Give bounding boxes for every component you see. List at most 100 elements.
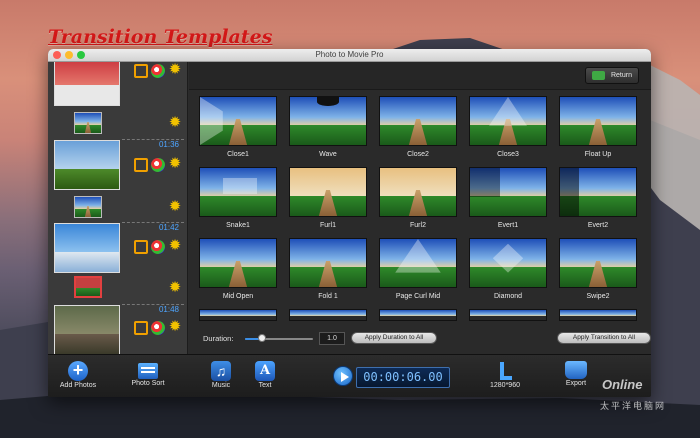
- duration-slider-knob[interactable]: [258, 334, 266, 342]
- export-button[interactable]: Export: [558, 361, 594, 387]
- apply-duration-button[interactable]: Apply Duration to All: [351, 332, 437, 344]
- transition-tile[interactable]: Snake1: [199, 167, 277, 239]
- crop-icon[interactable]: [134, 64, 148, 78]
- gear-icon[interactable]: ✹: [168, 238, 182, 253]
- transition-tile[interactable]: Float Up: [559, 96, 637, 168]
- resolution-icon: [498, 361, 512, 381]
- photo-thumbnail[interactable]: [54, 140, 120, 190]
- transition-tile[interactable]: Diamond: [469, 238, 547, 310]
- timecode-display: 00:00:06.00: [356, 367, 450, 388]
- transition-thumbnail-selected[interactable]: [74, 276, 102, 298]
- transition-preview: [469, 167, 547, 217]
- apply-transition-button[interactable]: Apply Transition to All: [557, 332, 651, 344]
- add-photos-label: Add Photos: [59, 382, 97, 389]
- export-label: Export: [565, 380, 587, 387]
- transition-name: Evert2: [587, 222, 609, 229]
- transition-preview: [199, 167, 277, 217]
- transition-name: Evert1: [497, 222, 519, 229]
- transition-name: Furl2: [410, 222, 426, 229]
- effect-icon[interactable]: [151, 158, 165, 172]
- add-photos-button[interactable]: + Add Photos: [56, 361, 100, 390]
- transition-tile[interactable]: Close3: [469, 96, 547, 168]
- gear-icon[interactable]: ✹: [168, 319, 182, 334]
- gear-icon[interactable]: ✹: [168, 115, 182, 130]
- watermark-logo: Online: [602, 377, 643, 392]
- transition-tile[interactable]: [379, 309, 457, 323]
- music-button[interactable]: ♫ Music: [208, 361, 234, 389]
- photo-thumbnail[interactable]: [54, 223, 120, 273]
- text-label: Text: [258, 382, 272, 389]
- transition-preview: [559, 309, 637, 321]
- effect-icon[interactable]: [151, 321, 165, 335]
- crop-icon[interactable]: [134, 158, 148, 172]
- transition-preview: [379, 96, 457, 146]
- transition-preview: [289, 96, 367, 146]
- effect-icon[interactable]: [151, 64, 165, 78]
- plus-icon: +: [68, 361, 88, 381]
- transition-tile[interactable]: Evert1: [469, 167, 547, 239]
- transition-tile[interactable]: Mid Open: [199, 238, 277, 310]
- transition-name: Snake1: [226, 222, 250, 229]
- transition-preview: [199, 309, 277, 321]
- transition-tile[interactable]: [559, 309, 637, 323]
- transition-name: Float Up: [584, 151, 612, 158]
- transition-preview: [559, 96, 637, 146]
- transition-name: Fold 1: [318, 293, 338, 300]
- transition-tile[interactable]: Swipe2: [559, 238, 637, 310]
- resolution-label: 1280*960: [490, 382, 520, 389]
- text-button[interactable]: A Text: [252, 361, 278, 389]
- text-icon: A: [255, 361, 275, 381]
- transition-tile[interactable]: [199, 309, 277, 323]
- sort-icon: [138, 363, 158, 379]
- transition-thumbnail[interactable]: [74, 112, 102, 134]
- duration-controls: Duration: 1.0 Apply Duration to All Appl…: [199, 332, 651, 346]
- transition-preview: [199, 96, 277, 146]
- transition-tile[interactable]: Wave: [289, 96, 367, 168]
- transition-tile[interactable]: [289, 309, 367, 323]
- transition-panel: Return Close1 Wave Close2 Close3 Float U…: [189, 62, 651, 354]
- transition-name: Close1: [227, 151, 249, 158]
- transition-preview: [289, 238, 367, 288]
- gear-icon[interactable]: ✹: [168, 199, 182, 214]
- crop-icon[interactable]: [134, 321, 148, 335]
- transition-tile[interactable]: Page Curl Mid: [379, 238, 457, 310]
- transition-tile[interactable]: Fold 1: [289, 238, 367, 310]
- panel-topbar: Return: [189, 62, 651, 90]
- photo-sort-label: Photo Sort: [131, 380, 165, 387]
- slide-duration: 01:48: [158, 305, 179, 314]
- watermark: Online 太平洋电脑网: [600, 377, 700, 417]
- export-icon: [565, 361, 587, 379]
- watermark-text: 太平洋电脑网: [600, 401, 667, 411]
- transition-tile[interactable]: Close1: [199, 96, 277, 168]
- resolution-button[interactable]: 1280*960: [490, 361, 520, 389]
- photo-thumbnail[interactable]: [54, 305, 120, 354]
- transition-name: Diamond: [493, 293, 522, 300]
- transition-preview: [469, 96, 547, 146]
- transition-preview: [289, 309, 367, 321]
- transition-name: Furl1: [320, 222, 336, 229]
- effect-icon[interactable]: [151, 240, 165, 254]
- transition-tile[interactable]: Furl1: [289, 167, 367, 239]
- play-button[interactable]: [333, 366, 353, 386]
- transition-preview: [379, 238, 457, 288]
- crop-icon[interactable]: [134, 240, 148, 254]
- transition-tile[interactable]: Furl2: [379, 167, 457, 239]
- transition-tile[interactable]: Close2: [379, 96, 457, 168]
- transition-name: Wave: [319, 151, 337, 158]
- transition-preview: [469, 309, 547, 321]
- duration-value[interactable]: 1.0: [319, 332, 345, 345]
- transition-name: Page Curl Mid: [395, 293, 441, 300]
- gear-icon[interactable]: ✹: [168, 156, 182, 171]
- gear-icon[interactable]: ✹: [168, 62, 182, 77]
- transition-thumbnail[interactable]: [74, 196, 102, 218]
- transition-tile[interactable]: [469, 309, 547, 323]
- page-headline: Transition Templates: [48, 26, 273, 48]
- photo-thumbnail[interactable]: [54, 62, 120, 106]
- transition-name: Mid Open: [222, 293, 254, 300]
- transition-name: Swipe2: [586, 293, 610, 300]
- transition-tile[interactable]: Evert2: [559, 167, 637, 239]
- photo-sort-button[interactable]: Photo Sort: [128, 363, 168, 387]
- return-button[interactable]: Return: [585, 67, 639, 84]
- gear-icon[interactable]: ✹: [168, 280, 182, 295]
- transition-preview: [289, 167, 367, 217]
